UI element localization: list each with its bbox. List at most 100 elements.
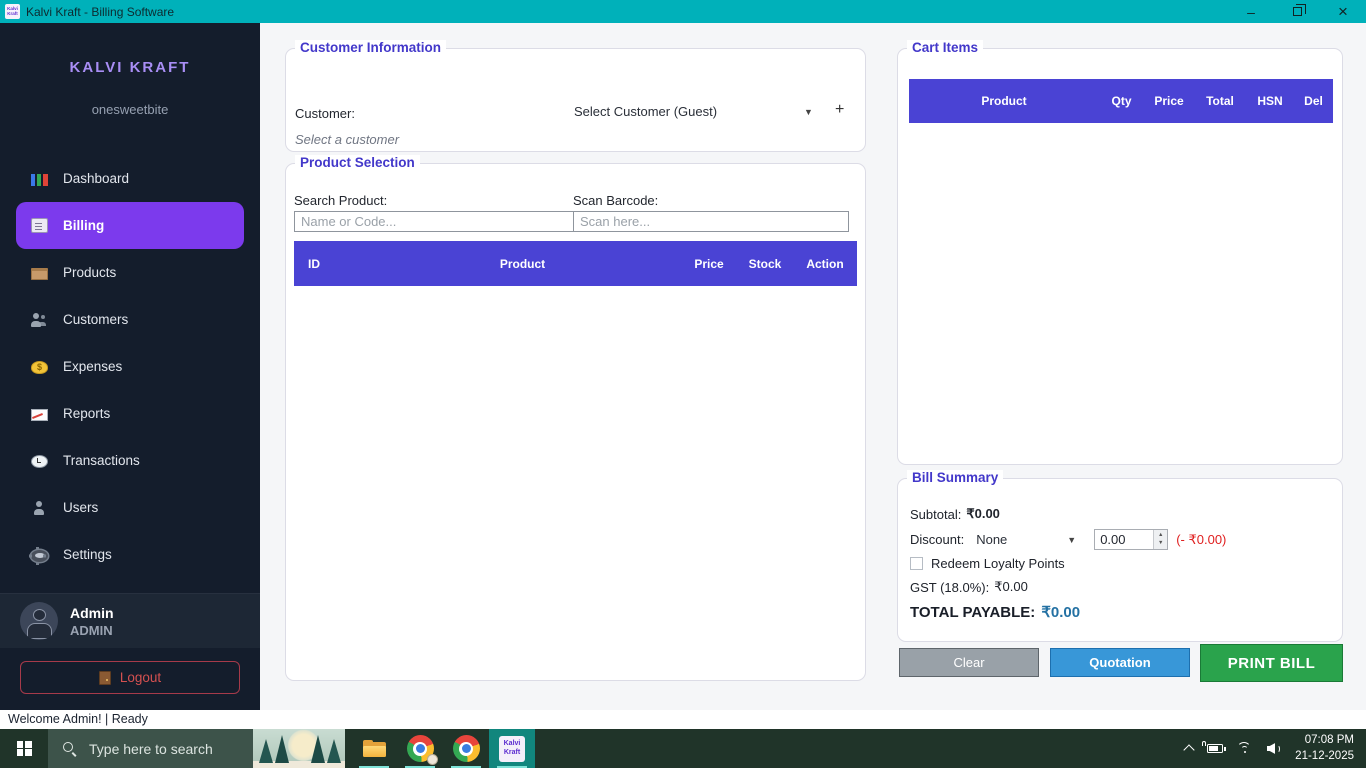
quotation-button[interactable]: Quotation bbox=[1050, 648, 1190, 677]
scroll-icon bbox=[31, 218, 48, 233]
column-total: Total bbox=[1194, 94, 1246, 108]
product-selection-legend: Product Selection bbox=[295, 155, 420, 170]
subtotal-row: Subtotal: ₹0.00 bbox=[910, 506, 1000, 522]
people-icon bbox=[31, 312, 48, 328]
sidebar-item-reports[interactable]: Reports bbox=[0, 390, 260, 437]
close-icon: × bbox=[1338, 2, 1348, 22]
tree-icon bbox=[327, 739, 341, 763]
tree-icon bbox=[259, 739, 273, 763]
total-row: TOTAL PAYABLE: ₹0.00 bbox=[910, 603, 1080, 621]
total-label: TOTAL PAYABLE: bbox=[910, 604, 1035, 621]
title-bar: Kalvi Kraft Kalvi Kraft - Billing Softwa… bbox=[0, 0, 1366, 23]
main-content: Customer Information Customer: Select Cu… bbox=[260, 23, 1366, 710]
customer-dropdown[interactable]: Select Customer (Guest) bbox=[574, 104, 822, 119]
spinner-buttons[interactable]: ▲ ▼ bbox=[1153, 530, 1167, 549]
chevron-up-icon[interactable] bbox=[1184, 744, 1195, 755]
tree-icon bbox=[275, 735, 289, 763]
money-bag-icon: $ bbox=[31, 361, 48, 374]
customer-info-legend: Customer Information bbox=[295, 40, 446, 55]
avatar bbox=[20, 602, 58, 640]
person-icon bbox=[31, 500, 48, 516]
clock[interactable]: 07:08 PM 21-12-2025 bbox=[1295, 733, 1354, 764]
logout-button[interactable]: Logout bbox=[20, 661, 240, 694]
close-button[interactable]: × bbox=[1320, 0, 1366, 23]
product-selection-panel: Product Selection Search Product: Scan B… bbox=[285, 163, 866, 681]
tray-time: 07:08 PM bbox=[1295, 733, 1354, 749]
discount-label: Discount: bbox=[910, 532, 964, 547]
column-product: Product bbox=[909, 94, 1099, 108]
cart-table-header: Product Qty Price Total HSN Del bbox=[909, 79, 1333, 123]
bar-chart-icon bbox=[31, 174, 48, 186]
sidebar-item-customers[interactable]: Customers bbox=[0, 296, 260, 343]
window-controls: – × bbox=[1228, 0, 1366, 23]
scan-barcode-label: Scan Barcode: bbox=[573, 193, 658, 208]
app-icon: Kalvi Kraft bbox=[5, 4, 20, 19]
customer-hint: Select a customer bbox=[295, 132, 399, 147]
discount-amount: (- ₹0.00) bbox=[1176, 532, 1226, 548]
user-profile: Admin ADMIN bbox=[0, 594, 260, 648]
user-name: Admin bbox=[70, 605, 114, 621]
column-hsn: HSN bbox=[1246, 94, 1294, 108]
package-icon bbox=[31, 268, 48, 280]
sidebar-item-users[interactable]: Users bbox=[0, 484, 260, 531]
status-bar: Welcome Admin! | Ready bbox=[0, 710, 1366, 729]
minimize-icon: – bbox=[1247, 4, 1255, 20]
column-action: Action bbox=[793, 257, 857, 271]
chrome-profile1-button[interactable] bbox=[397, 729, 443, 768]
redeem-row: Redeem Loyalty Points bbox=[910, 556, 1065, 571]
start-button[interactable] bbox=[0, 729, 48, 768]
add-customer-button[interactable]: + bbox=[835, 101, 844, 119]
column-price: Price bbox=[681, 257, 737, 271]
speaker-icon[interactable] bbox=[1267, 743, 1281, 754]
sidebar-item-settings[interactable]: Settings bbox=[0, 531, 260, 578]
column-id: ID bbox=[294, 257, 364, 271]
chevron-down-icon[interactable]: ▼ bbox=[1067, 535, 1076, 545]
search-product-label: Search Product: bbox=[294, 193, 387, 208]
windows-logo-icon bbox=[17, 741, 32, 756]
search-highlight-art[interactable] bbox=[253, 729, 345, 768]
search-product-input[interactable] bbox=[294, 211, 574, 232]
sidebar-item-products[interactable]: Products bbox=[0, 249, 260, 296]
sidebar-item-transactions[interactable]: Transactions bbox=[0, 437, 260, 484]
cart-items-legend: Cart Items bbox=[907, 40, 983, 55]
search-icon bbox=[62, 741, 77, 756]
chevron-down-icon[interactable]: ▼ bbox=[804, 107, 813, 117]
taskbar-search[interactable]: Type here to search bbox=[48, 729, 345, 768]
chart-increasing-icon bbox=[31, 409, 48, 421]
print-bill-button[interactable]: PRINT BILL bbox=[1200, 644, 1343, 682]
brand-logo: KALVI KRAFT bbox=[0, 59, 260, 76]
sidebar: KALVI KRAFT onesweetbite Dashboard Billi… bbox=[0, 23, 260, 710]
discount-value: 0.00 bbox=[1095, 530, 1153, 549]
clear-button[interactable]: Clear bbox=[899, 648, 1039, 677]
sidebar-item-dashboard[interactable]: Dashboard bbox=[0, 155, 260, 202]
total-value: ₹0.00 bbox=[1041, 603, 1080, 621]
bill-summary-panel: Bill Summary Subtotal: ₹0.00 Discount: N… bbox=[897, 478, 1343, 642]
gst-value: ₹0.00 bbox=[994, 579, 1028, 595]
sidebar-item-billing[interactable]: Billing bbox=[16, 202, 244, 249]
redeem-checkbox[interactable] bbox=[910, 557, 923, 570]
taskbar: Type here to search Kalvi bbox=[0, 729, 1366, 768]
discount-type-dropdown[interactable]: None bbox=[976, 532, 1007, 547]
column-price: Price bbox=[1144, 94, 1194, 108]
bill-summary-legend: Bill Summary bbox=[907, 470, 1003, 485]
minimize-button[interactable]: – bbox=[1228, 0, 1274, 23]
restore-button[interactable] bbox=[1274, 0, 1320, 23]
chrome-profile2-button[interactable] bbox=[443, 729, 489, 768]
wifi-icon[interactable] bbox=[1237, 742, 1253, 755]
kalvi-kraft-app-button[interactable]: Kalvi Kraft bbox=[489, 729, 535, 768]
file-explorer-button[interactable] bbox=[351, 729, 397, 768]
discount-value-spinbox[interactable]: 0.00 ▲ ▼ bbox=[1094, 529, 1168, 550]
tree-icon bbox=[311, 735, 325, 763]
subtotal-value: ₹0.00 bbox=[966, 506, 1000, 522]
sidebar-item-expenses[interactable]: $ Expenses bbox=[0, 343, 260, 390]
scan-barcode-input[interactable] bbox=[573, 211, 849, 232]
app-window: Kalvi Kraft Kalvi Kraft - Billing Softwa… bbox=[0, 0, 1366, 768]
column-product: Product bbox=[364, 257, 681, 271]
customer-info-panel: Customer Information Customer: Select Cu… bbox=[285, 48, 866, 152]
store-name: onesweetbite bbox=[0, 102, 260, 117]
battery-charging-icon[interactable] bbox=[1207, 744, 1223, 753]
column-del: Del bbox=[1294, 94, 1333, 108]
redeem-label: Redeem Loyalty Points bbox=[931, 556, 1065, 571]
product-table-header: ID Product Price Stock Action bbox=[294, 241, 857, 286]
gst-row: GST (18.0%): ₹0.00 bbox=[910, 579, 1028, 595]
